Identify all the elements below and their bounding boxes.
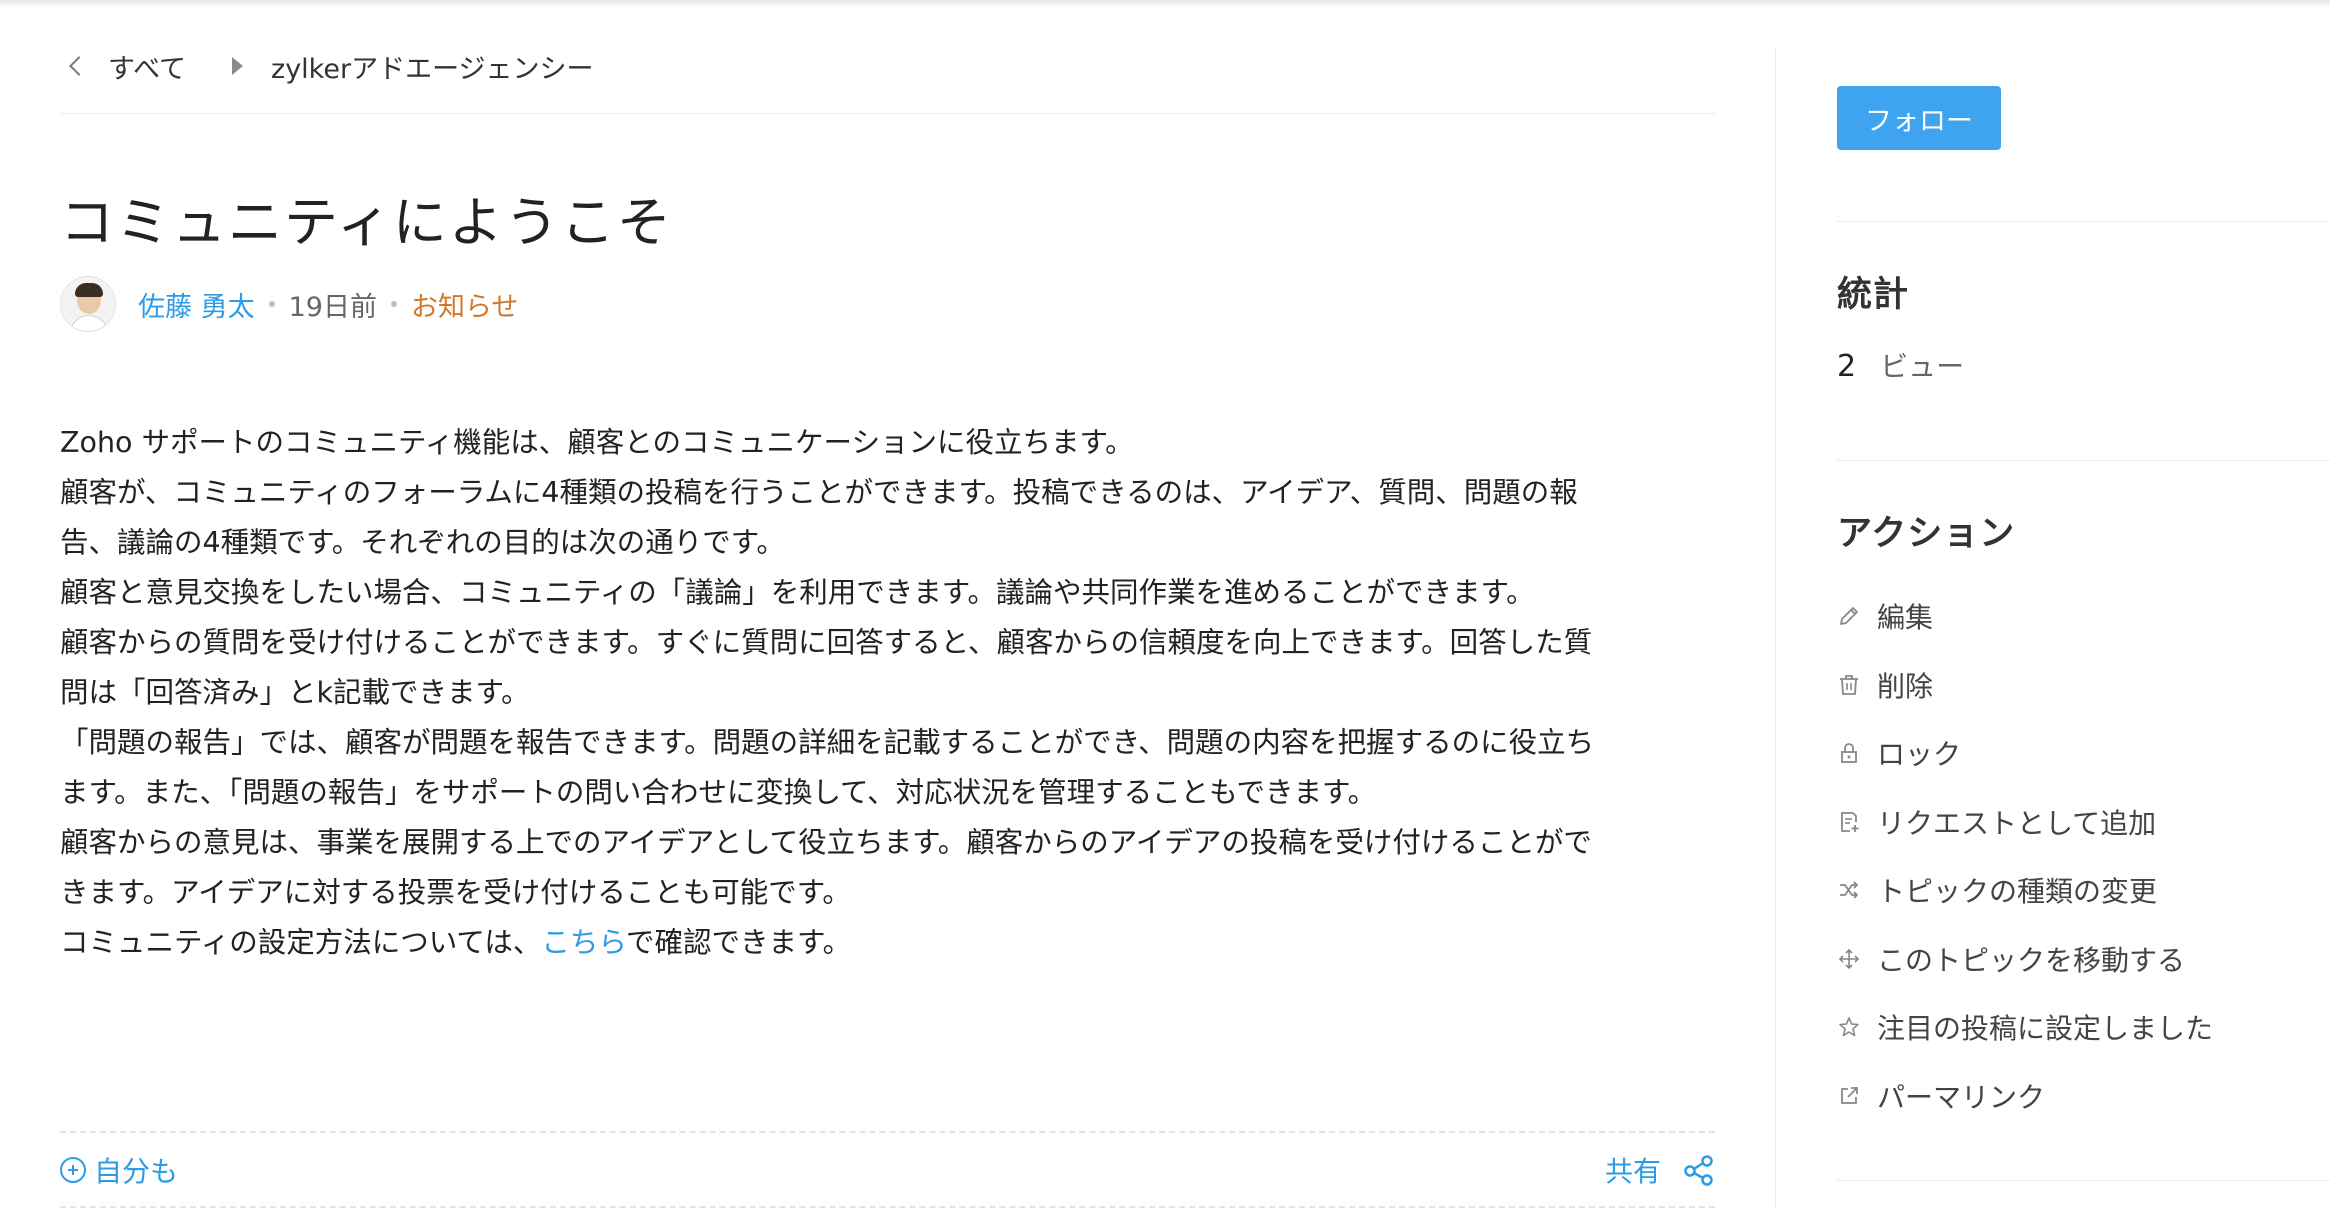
divider xyxy=(1837,460,2330,461)
action-label: ロック xyxy=(1877,738,1962,772)
body-text: コミュニティの設定方法については、 xyxy=(60,926,542,959)
share-icon xyxy=(1684,1155,1713,1186)
settings-link[interactable]: こちら xyxy=(541,926,626,959)
action-edit[interactable]: 編集 xyxy=(1837,582,2213,651)
share-button[interactable]: 共有 xyxy=(1605,1148,1715,1192)
views-label: ビュー xyxy=(1880,350,1965,383)
plus-circle-icon xyxy=(60,1157,86,1183)
breadcrumb: すべて zylkerアドエージェンシー xyxy=(60,44,594,88)
column-divider xyxy=(1775,48,1776,1208)
action-label: 編集 xyxy=(1877,601,1934,635)
page-title: コミュニティにようこそ xyxy=(60,191,673,254)
star-icon xyxy=(1837,1015,1861,1039)
body-line: 告、議論の4種類です。それぞれの目的は次の通りです。 xyxy=(60,526,785,559)
body-line: 問は「回答済み」とk記載できます。 xyxy=(60,676,530,709)
pencil-icon xyxy=(1837,604,1861,628)
posted-time: 19日前 xyxy=(288,291,377,323)
topic-meta: 佐藤 勇太 19日前 お知らせ xyxy=(60,276,518,332)
body-line: Zoho サポートのコミュニティ機能は、顧客とのコミュニケーションに役立ちます。 xyxy=(60,426,1134,459)
topic-main: すべて zylkerアドエージェンシー コミュニティにようこそ 佐藤 勇太 19… xyxy=(60,0,1715,1208)
action-permalink[interactable]: パーマリンク xyxy=(1837,1062,2213,1131)
topic-sidebar: フォロー 統計 2 ビュー アクション 編集 削除 ロック リクエストとして追加… xyxy=(1837,0,2330,1208)
body-line: ます。また、「問題の報告」をサポートの問い合わせに変換して、対応状況を管理するこ… xyxy=(60,776,1377,809)
breadcrumb-category[interactable]: zylkerアドエージェンシー xyxy=(271,47,594,86)
trash-icon xyxy=(1837,673,1861,697)
body-line: きます。アイデアに対する投票を受け付けることも可能です。 xyxy=(60,876,851,909)
metoo-button[interactable]: 自分も xyxy=(60,1150,178,1190)
body-line: 顧客が、コミュニティのフォーラムに4種類の投稿を行うことができます。投稿できるの… xyxy=(60,476,1578,509)
move-icon xyxy=(1837,947,1861,971)
follow-button[interactable]: フォロー xyxy=(1837,86,2001,150)
body-line: 顧客からの意見は、事業を展開する上でのアイデアとして役立ちます。顧客からのアイデ… xyxy=(60,826,1592,859)
divider xyxy=(1837,1180,2330,1181)
caret-right-icon xyxy=(232,57,244,75)
action-label: パーマリンク xyxy=(1877,1080,2046,1114)
lock-icon xyxy=(1837,741,1861,765)
body-line: 「問題の報告」では、顧客が問題を報告できます。問題の詳細を記載することができ、問… xyxy=(60,726,1595,759)
separator-dot xyxy=(390,301,397,307)
divider xyxy=(1837,221,2330,222)
breadcrumb-all[interactable]: すべて xyxy=(108,47,186,86)
avatar[interactable] xyxy=(60,276,116,332)
action-lock[interactable]: ロック xyxy=(1837,719,2213,788)
action-label: 注目の投稿に設定しました xyxy=(1877,1012,2214,1046)
topic-body: Zoho サポートのコミュニティ機能は、顧客とのコミュニケーションに役立ちます。… xyxy=(60,418,1720,968)
action-delete[interactable]: 削除 xyxy=(1837,651,2213,720)
views-stat: 2 ビュー xyxy=(1837,345,1964,385)
action-feature[interactable]: 注目の投稿に設定しました xyxy=(1837,993,2213,1062)
action-label: トピックの種類の変更 xyxy=(1877,875,2158,909)
action-move[interactable]: このトピックを移動する xyxy=(1837,925,2213,994)
chevron-left-icon[interactable] xyxy=(69,56,89,76)
body-text: で確認できます。 xyxy=(626,926,852,959)
action-label: 削除 xyxy=(1877,669,1934,703)
divider xyxy=(60,113,1715,114)
action-label: リクエストとして追加 xyxy=(1877,806,2157,840)
divider xyxy=(60,1131,1715,1133)
author-link[interactable]: 佐藤 勇太 xyxy=(138,285,255,324)
body-line: コミュニティの設定方法については、こちらで確認できます。 xyxy=(60,918,1720,968)
separator-dot xyxy=(268,301,275,307)
body-line: 顧客と意見交換をしたい場合、コミュニティの「議論」を利用できます。議論や共同作業… xyxy=(60,576,1535,609)
share-label: 共有 xyxy=(1604,1155,1661,1188)
actions-heading: アクション xyxy=(1837,514,2016,554)
add-request-icon xyxy=(1837,810,1861,834)
topic-type-badge: お知らせ xyxy=(410,291,519,323)
shuffle-icon xyxy=(1837,878,1861,902)
metoo-label: 自分も xyxy=(94,1155,179,1188)
action-label: このトピックを移動する xyxy=(1877,943,2186,977)
action-change-type[interactable]: トピックの種類の変更 xyxy=(1837,856,2213,925)
action-add-request[interactable]: リクエストとして追加 xyxy=(1837,788,2213,857)
actions-list: 編集 削除 ロック リクエストとして追加 トピックの種類の変更 このトピックを移… xyxy=(1837,582,2213,1130)
body-line: 顧客からの質問を受け付けることができます。すぐに質問に回答すると、顧客からの信頼… xyxy=(60,626,1593,659)
external-link-icon xyxy=(1837,1084,1861,1108)
views-count: 2 xyxy=(1837,349,1857,384)
stats-heading: 統計 xyxy=(1837,275,1910,315)
